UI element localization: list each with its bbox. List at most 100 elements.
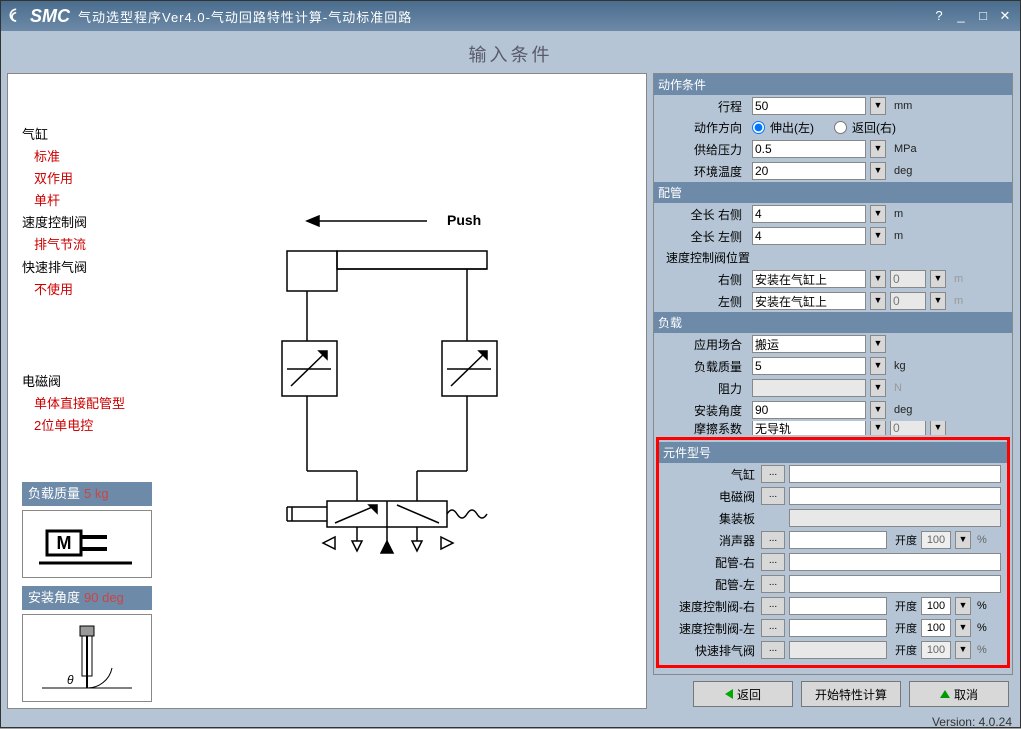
section-piping: 配管 bbox=[654, 182, 1012, 203]
sidebar-quickexhaust: 快速排气阀 bbox=[22, 257, 152, 279]
app-select[interactable] bbox=[752, 335, 866, 353]
part-manifold-input bbox=[789, 509, 1001, 527]
sidebar-cyl-0: 标准 bbox=[22, 146, 152, 168]
circuit-diagram: Push bbox=[158, 74, 646, 708]
fric-label: 摩擦系数 bbox=[660, 421, 748, 435]
len-r-label: 全长 右侧 bbox=[660, 206, 748, 223]
part-cyl-browse[interactable]: ... bbox=[761, 465, 785, 483]
angle-input[interactable] bbox=[752, 401, 866, 419]
pos-l-num-dropdown[interactable]: ▼ bbox=[930, 292, 946, 310]
silencer-opening-dropdown[interactable]: ▼ bbox=[955, 531, 971, 549]
supply-dropdown[interactable]: ▼ bbox=[870, 140, 886, 158]
pos-r-num[interactable] bbox=[890, 270, 926, 288]
qe-opening[interactable] bbox=[921, 641, 951, 659]
temp-input[interactable] bbox=[752, 162, 866, 180]
fric-select[interactable] bbox=[752, 421, 866, 435]
cancel-button[interactable]: 取消 bbox=[909, 681, 1009, 707]
sidebar-so-1: 2位单电控 bbox=[22, 415, 152, 437]
part-sv-r-browse[interactable]: ... bbox=[761, 597, 785, 615]
logo: SMC bbox=[7, 6, 70, 27]
back-button[interactable]: 返回 bbox=[693, 681, 793, 707]
angle-label: 安装角度 bbox=[660, 402, 748, 419]
sidebar-qe-0: 不使用 bbox=[22, 279, 152, 301]
close-icon[interactable]: ✕ bbox=[996, 9, 1014, 23]
fric-dropdown[interactable]: ▼ bbox=[870, 421, 886, 435]
resist-dropdown[interactable]: ▼ bbox=[870, 379, 886, 397]
angle-dropdown[interactable]: ▼ bbox=[870, 401, 886, 419]
part-cyl-input[interactable] bbox=[789, 465, 1001, 483]
page-header: 输入条件 bbox=[7, 41, 1014, 67]
part-qe-browse[interactable]: ... bbox=[761, 641, 785, 659]
temp-dropdown[interactable]: ▼ bbox=[870, 162, 886, 180]
svg-text:Push: Push bbox=[447, 212, 481, 228]
len-l-label: 全长 左侧 bbox=[660, 228, 748, 245]
part-sv-l-input[interactable] bbox=[789, 619, 887, 637]
part-silencer-input[interactable] bbox=[789, 531, 887, 549]
direction-return-radio[interactable]: 返回(右) bbox=[834, 119, 896, 136]
angle-strip: 安装角度90 deg bbox=[22, 586, 152, 610]
pos-r-dropdown[interactable]: ▼ bbox=[870, 270, 886, 288]
part-sol-label: 电磁阀 bbox=[665, 488, 757, 505]
mass-dropdown[interactable]: ▼ bbox=[870, 357, 886, 375]
part-manifold-label: 集装板 bbox=[665, 510, 757, 527]
part-silencer-browse[interactable]: ... bbox=[761, 531, 785, 549]
mass-input[interactable] bbox=[752, 357, 866, 375]
direction-extend-radio[interactable]: 伸出(左) bbox=[752, 119, 814, 136]
parts-section-highlight: 元件型号 气缸 ... 电磁阀 ... 集装板 bbox=[656, 437, 1010, 668]
sidebar-sv-0: 排气节流 bbox=[22, 234, 152, 256]
pos-l-num[interactable] bbox=[890, 292, 926, 310]
window-title: 气动选型程序Ver4.0-气动回路特性计算-气动标准回路 bbox=[78, 7, 930, 26]
part-sv-r-input[interactable] bbox=[789, 597, 887, 615]
pos-l-dropdown[interactable]: ▼ bbox=[870, 292, 886, 310]
sv-r-opening[interactable] bbox=[921, 597, 951, 615]
part-pipe-l-input[interactable] bbox=[789, 575, 1001, 593]
len-l-dropdown[interactable]: ▼ bbox=[870, 227, 886, 245]
part-sv-l-browse[interactable]: ... bbox=[761, 619, 785, 637]
fric-num-dropdown[interactable]: ▼ bbox=[930, 421, 946, 435]
len-l-input[interactable] bbox=[752, 227, 866, 245]
pos-l-select[interactable] bbox=[752, 292, 866, 310]
section-load: 负载 bbox=[654, 312, 1012, 333]
calc-button[interactable]: 开始特性计算 bbox=[801, 681, 901, 707]
left-pane: 气缸 标准 双作用 单杆 速度控制阀 排气节流 快速排气阀 不使用 电磁阀 单体… bbox=[7, 73, 647, 709]
stroke-dropdown[interactable]: ▼ bbox=[870, 97, 886, 115]
sv-r-opening-dropdown[interactable]: ▼ bbox=[955, 597, 971, 615]
len-r-input[interactable] bbox=[752, 205, 866, 223]
maximize-icon[interactable]: □ bbox=[974, 9, 992, 23]
load-illustration: M bbox=[22, 510, 152, 578]
part-pipe-r-browse[interactable]: ... bbox=[761, 553, 785, 571]
load-mass-strip: 负载质量5 kg bbox=[22, 482, 152, 506]
resist-input[interactable] bbox=[752, 379, 866, 397]
sidebar-cyl-2: 单杆 bbox=[22, 190, 152, 212]
sidebar-cyl-1: 双作用 bbox=[22, 168, 152, 190]
part-qe-label: 快速排气阀 bbox=[665, 642, 757, 659]
sidebar-solenoid: 电磁阀 bbox=[22, 371, 152, 393]
supply-input[interactable] bbox=[752, 140, 866, 158]
pos-r-select[interactable] bbox=[752, 270, 866, 288]
part-sol-input[interactable] bbox=[789, 487, 1001, 505]
sidebar-so-0: 单体直接配管型 bbox=[22, 393, 152, 415]
sidebar-cylinder: 气缸 bbox=[22, 124, 152, 146]
sv-l-opening[interactable] bbox=[921, 619, 951, 637]
version-label: Version: 4.0.24 bbox=[1, 715, 1020, 729]
help-icon[interactable]: ? bbox=[930, 9, 948, 23]
sidebar: 气缸 标准 双作用 单杆 速度控制阀 排气节流 快速排气阀 不使用 电磁阀 单体… bbox=[8, 74, 158, 708]
silencer-opening[interactable] bbox=[921, 531, 951, 549]
pos-r-num-dropdown[interactable]: ▼ bbox=[930, 270, 946, 288]
section-parts: 元件型号 bbox=[659, 442, 1007, 463]
part-pipe-r-label: 配管-右 bbox=[665, 554, 757, 571]
stroke-input[interactable] bbox=[752, 97, 866, 115]
len-r-dropdown[interactable]: ▼ bbox=[870, 205, 886, 223]
part-sol-browse[interactable]: ... bbox=[761, 487, 785, 505]
pos-r-label: 右侧 bbox=[660, 271, 748, 288]
minimize-icon[interactable]: _ bbox=[952, 9, 970, 23]
fric-num[interactable] bbox=[890, 421, 926, 435]
app-dropdown[interactable]: ▼ bbox=[870, 335, 886, 353]
part-pipe-l-browse[interactable]: ... bbox=[761, 575, 785, 593]
qe-opening-dropdown[interactable]: ▼ bbox=[955, 641, 971, 659]
section-operation: 动作条件 bbox=[654, 74, 1012, 95]
titlebar: SMC 气动选型程序Ver4.0-气动回路特性计算-气动标准回路 ? _ □ ✕ bbox=[1, 1, 1020, 31]
resist-label: 阻力 bbox=[660, 380, 748, 397]
sv-l-opening-dropdown[interactable]: ▼ bbox=[955, 619, 971, 637]
part-pipe-r-input[interactable] bbox=[789, 553, 1001, 571]
